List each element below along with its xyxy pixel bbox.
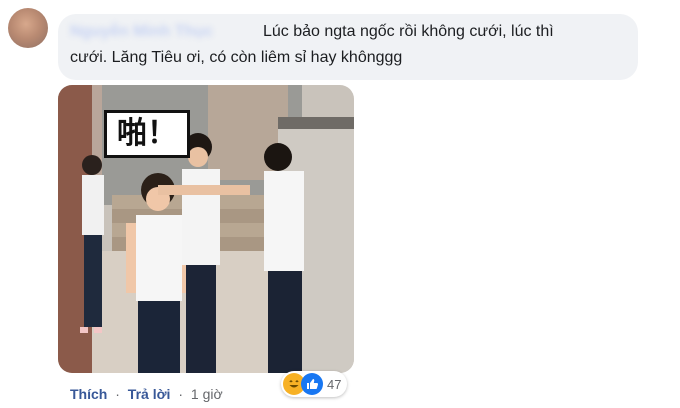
timestamp[interactable]: 1 giờ: [191, 386, 223, 402]
comment-text-line-1: Lúc bảo ngta ngốc rồi không cưới, lúc th…: [263, 23, 554, 40]
separator-1: ·: [115, 386, 120, 402]
right-wall-top: [278, 117, 354, 129]
reaction-count: 47: [327, 376, 342, 392]
photo-caption: 啪！: [104, 110, 190, 158]
person-right-boy: [264, 143, 304, 373]
reply-link[interactable]: Trả lời: [128, 386, 171, 402]
comment-bubble: Nguyễn Minh Thục Lúc bảo ngta ngốc rồi k…: [58, 14, 638, 80]
comment-avatar[interactable]: [8, 8, 48, 48]
comment-text-line-2: cưới. Lăng Tiêu ơi, có còn liêm sỉ hay k…: [70, 49, 403, 66]
photo-scene: [58, 85, 354, 373]
separator-2: ·: [178, 386, 183, 402]
like-icon: [301, 373, 323, 395]
comment-photo[interactable]: [58, 85, 354, 373]
comment-actions: Thích · Trả lời · 1 giờ: [70, 386, 223, 402]
like-link[interactable]: Thích: [70, 386, 107, 402]
reactions-summary[interactable]: 47: [281, 371, 348, 397]
comment-author[interactable]: Nguyễn Minh Thục: [70, 23, 260, 43]
